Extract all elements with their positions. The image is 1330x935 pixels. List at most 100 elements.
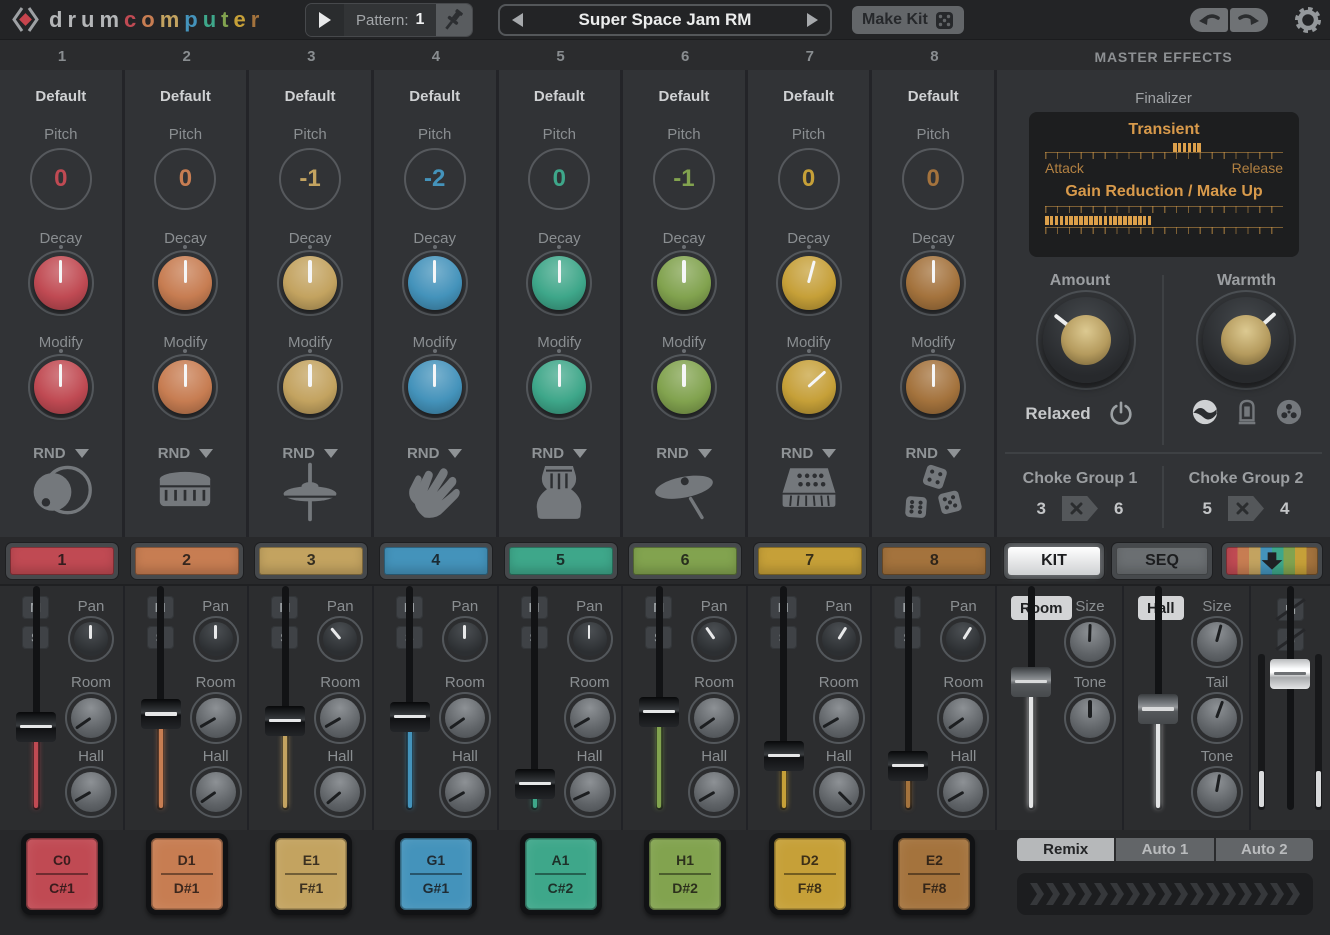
remix-strip[interactable]	[1017, 873, 1313, 915]
channel-tab[interactable]: 7	[754, 543, 866, 579]
snare-drum-icon[interactable]	[125, 462, 247, 516]
choke1-clear-button[interactable]	[1062, 496, 1098, 521]
hi-hat-icon[interactable]	[249, 462, 371, 522]
make-kit-button[interactable]: Make Kit	[852, 6, 964, 34]
engine-preset-name[interactable]: Default	[374, 88, 496, 105]
volume-fader[interactable]	[263, 586, 307, 810]
choke2-to[interactable]: 4	[1280, 499, 1289, 519]
pitch-control[interactable]: -1	[653, 148, 715, 210]
amount-knob[interactable]	[1043, 297, 1129, 383]
master-volume-fader[interactable]	[1268, 586, 1312, 810]
trigger-pad[interactable]: D1 D#1	[146, 833, 228, 915]
decay-knob[interactable]	[657, 256, 711, 310]
pitch-control[interactable]: 0	[30, 148, 92, 210]
trigger-pad[interactable]: C0 C#1	[21, 833, 103, 915]
choke2-from[interactable]: 5	[1203, 499, 1212, 519]
synth-keyboard-icon[interactable]	[748, 462, 870, 516]
clap-icon[interactable]	[374, 462, 496, 522]
warmth-knob[interactable]	[1203, 297, 1289, 383]
pan-knob[interactable]	[822, 622, 856, 656]
volume-fader[interactable]	[637, 586, 681, 810]
ride-cymbal-icon[interactable]	[623, 462, 745, 520]
pitch-control[interactable]: 0	[528, 148, 590, 210]
volume-fader[interactable]	[14, 586, 58, 810]
trigger-pad[interactable]: E2 F#8	[893, 833, 975, 915]
choke1-to[interactable]: 6	[1114, 499, 1123, 519]
modify-knob[interactable]	[532, 360, 586, 414]
randomize-menu[interactable]: RND	[872, 445, 994, 462]
hall-tone-knob[interactable]	[1197, 772, 1237, 812]
modify-knob[interactable]	[158, 360, 212, 414]
pan-knob[interactable]	[946, 622, 980, 656]
randomize-menu[interactable]: RND	[125, 445, 247, 462]
room-send-knob[interactable]	[320, 698, 360, 738]
trigger-pad[interactable]: A1 C#2	[520, 833, 602, 915]
trigger-pad[interactable]: H1 D#2	[644, 833, 726, 915]
pitch-control[interactable]: 0	[154, 148, 216, 210]
pan-knob[interactable]	[697, 622, 731, 656]
modify-knob[interactable]	[782, 360, 836, 414]
engine-preset-name[interactable]: Default	[623, 88, 745, 105]
remix-button[interactable]: Remix	[1017, 838, 1114, 861]
room-send-knob[interactable]	[196, 698, 236, 738]
randomize-menu[interactable]: RND	[249, 445, 371, 462]
auto1-button[interactable]: Auto 1	[1114, 838, 1213, 861]
tape-reel-icon[interactable]	[1275, 398, 1303, 426]
choke2-clear-button[interactable]	[1228, 496, 1264, 521]
pitch-control[interactable]: -2	[404, 148, 466, 210]
room-size-knob[interactable]	[1070, 622, 1110, 662]
hall-send-knob[interactable]	[943, 772, 983, 812]
engine-preset-name[interactable]: Default	[748, 88, 870, 105]
kit-tab[interactable]: KIT	[1004, 543, 1104, 579]
hall-send-knob[interactable]	[445, 772, 485, 812]
dice-icon[interactable]	[872, 462, 994, 522]
hall-size-knob[interactable]	[1197, 622, 1237, 662]
hall-tail-knob[interactable]	[1197, 698, 1237, 738]
pitch-control[interactable]: 0	[778, 148, 840, 210]
decay-knob[interactable]	[408, 256, 462, 310]
finalizer-mode-value[interactable]: Relaxed	[1025, 404, 1090, 424]
engine-preset-name[interactable]: Default	[499, 88, 621, 105]
decay-knob[interactable]	[283, 256, 337, 310]
modify-knob[interactable]	[283, 360, 337, 414]
volume-fader[interactable]	[388, 586, 432, 810]
randomize-menu[interactable]: RND	[374, 445, 496, 462]
hall-send-knob[interactable]	[694, 772, 734, 812]
volume-fader[interactable]	[513, 586, 557, 810]
play-button[interactable]	[306, 4, 344, 36]
pan-knob[interactable]	[323, 622, 357, 656]
channel-tab[interactable]: 3	[255, 543, 367, 579]
pattern-display[interactable]: Pattern: 1	[344, 4, 436, 36]
pan-knob[interactable]	[74, 622, 108, 656]
room-level-fader[interactable]	[1009, 586, 1053, 810]
decay-knob[interactable]	[158, 256, 212, 310]
volume-fader[interactable]	[139, 586, 183, 810]
decay-knob[interactable]	[34, 256, 88, 310]
seq-tab[interactable]: SEQ	[1112, 543, 1212, 579]
room-send-knob[interactable]	[819, 698, 859, 738]
channel-tab[interactable]: 8	[878, 543, 990, 579]
engine-preset-name[interactable]: Default	[0, 88, 122, 105]
volume-fader[interactable]	[886, 586, 930, 810]
kick-drum-icon[interactable]	[0, 462, 122, 520]
conga-drum-icon[interactable]	[499, 462, 621, 522]
preset-selector[interactable]: Super Space Jam RM	[498, 4, 832, 36]
room-tone-knob[interactable]	[1070, 698, 1110, 738]
channel-tab[interactable]: 4	[380, 543, 492, 579]
pan-knob[interactable]	[199, 622, 233, 656]
trigger-pad[interactable]: D2 F#8	[769, 833, 851, 915]
modify-knob[interactable]	[657, 360, 711, 414]
engine-preset-name[interactable]: Default	[872, 88, 994, 105]
engine-preset-name[interactable]: Default	[125, 88, 247, 105]
room-send-knob[interactable]	[694, 698, 734, 738]
decay-knob[interactable]	[906, 256, 960, 310]
hall-send-knob[interactable]	[71, 772, 111, 812]
randomize-menu[interactable]: RND	[623, 445, 745, 462]
channel-tab[interactable]: 5	[505, 543, 617, 579]
channel-tab[interactable]: 1	[6, 543, 118, 579]
hall-send-knob[interactable]	[819, 772, 859, 812]
preset-next-icon[interactable]	[807, 13, 818, 27]
hall-send-knob[interactable]	[320, 772, 360, 812]
undo-button[interactable]	[1190, 8, 1228, 32]
pan-knob[interactable]	[448, 622, 482, 656]
